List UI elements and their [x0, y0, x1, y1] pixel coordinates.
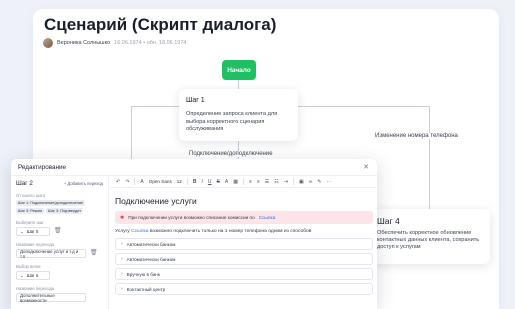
align-center-icon[interactable]: ≡ [257, 179, 260, 185]
accordion-label: Автоматически банком [126, 241, 176, 247]
step-4-node[interactable]: Шаг 4 Обеспечить корректное обновление к… [369, 209, 490, 264]
chevron-right-icon: › [121, 271, 123, 277]
paragraph-text: возможно подключить только на 1 номер те… [149, 229, 312, 234]
step-title: Шаг 1 [186, 97, 205, 104]
field-label: Название перехода [16, 286, 55, 291]
step-label: Шаг 2 [16, 180, 33, 187]
page-dates: 16.06.1974 • обн. 18.06.1974 [114, 40, 187, 46]
step-description: Обеспечить корректное обновление контакт… [377, 230, 480, 250]
page-title: Сценарий (Скрипт диалога) [44, 15, 277, 34]
step-1-node[interactable]: Шаг 1 Определение запроса клиента для вы… [179, 89, 298, 141]
edit-icon[interactable]: ✎ [317, 179, 321, 185]
start-node[interactable]: Начало [222, 60, 256, 80]
step-title: Шаг 4 [377, 216, 400, 226]
redo-icon[interactable]: ↷ [125, 179, 129, 185]
divider [134, 178, 136, 185]
accordion-item[interactable]: › Контактный центр [115, 283, 373, 295]
accordion-label: Контактный центр [126, 286, 166, 292]
accordion-item[interactable]: › Автоматически банком [115, 238, 373, 250]
document-paragraph: Услугу Ссылка возможно подключить только… [115, 229, 377, 234]
connector-line [131, 106, 132, 164]
step-description: Определение запроса клиента для выбора к… [186, 111, 278, 132]
list-number-icon[interactable]: ☷ [274, 179, 278, 185]
author-name[interactable]: Вероника Солнышко [57, 40, 110, 46]
accordion-item[interactable]: › Вручную в банк [115, 268, 373, 280]
warning-link[interactable]: Ссылка [259, 215, 276, 220]
list-bullet-icon[interactable]: ☰ [265, 179, 269, 185]
italic-icon[interactable]: I [202, 179, 203, 185]
divider [292, 178, 294, 185]
select-value: Шаг 5 [26, 229, 39, 234]
chevron-right-icon: › [121, 256, 123, 262]
accordion-label: Автоматически банком [126, 256, 176, 262]
undo-icon[interactable]: ↶ [116, 179, 120, 185]
trash-icon[interactable]: 🗑 [54, 227, 62, 234]
add-transition-button[interactable]: + Добавить переход [64, 181, 103, 186]
warning-icon: ✱ [120, 214, 125, 221]
accordion-label: Вручную в банк [126, 271, 160, 277]
document-editor: ↶ ↷ A Open Sans 12 B I U S A ▦ ≡ ≡ ☰ ☷ ⇥… [110, 176, 377, 309]
link-icon[interactable]: ∞ [309, 179, 313, 185]
chip[interactable]: Шаг 1: Подключение/доподключение [16, 200, 86, 206]
trash-icon[interactable]: 🗑 [90, 249, 98, 256]
chevron-down-icon: ⌄ [20, 272, 24, 278]
editor-title: Редактирование [18, 163, 66, 171]
strikethrough-icon[interactable]: S [217, 179, 220, 185]
edge-label[interactable]: Подключение/доподключение [188, 151, 274, 157]
highlight-icon[interactable]: ▦ [233, 179, 238, 185]
align-left-icon[interactable]: ≡ [249, 179, 252, 185]
from-steps-chips: Шаг 1: Подключение/доподключение Шаг 3: … [16, 200, 103, 214]
step-settings-panel: Шаг 2 + Добавить переход От какого шага … [11, 176, 109, 309]
editor-header: Редактирование ✕ [11, 159, 377, 176]
warning-text: При подключении услуги возможно списание… [128, 215, 255, 220]
warning-banner: ✱ При подключении услуги возможно списан… [115, 211, 373, 224]
extra-transition-input[interactable]: Дополнительные возможности [16, 293, 86, 303]
avatar [43, 38, 53, 48]
font-size-icon[interactable]: A [140, 179, 143, 185]
select-value: Шаг 6 [26, 273, 39, 278]
connector-line [429, 106, 430, 214]
chevron-right-icon: › [121, 286, 123, 292]
divider [186, 178, 188, 185]
font-select[interactable]: Open Sans [149, 179, 172, 184]
next-step-select[interactable]: ⌄ Шаг 5 [16, 227, 50, 236]
divider [242, 178, 244, 185]
edge-label[interactable]: Изменение номера телефона [374, 133, 459, 139]
more-icon[interactable]: ⋯ [326, 179, 331, 185]
editor-window: Редактирование ✕ Шаг 2 + Добавить перехо… [11, 159, 377, 309]
paragraph-text: Услугу [115, 229, 130, 234]
close-icon[interactable]: ✕ [363, 163, 369, 171]
chevron-right-icon: › [121, 241, 123, 247]
branch-select[interactable]: ⌄ Шаг 6 [16, 271, 50, 280]
paragraph-link[interactable]: Ссылка [131, 229, 148, 234]
field-label: От какого шага [16, 193, 46, 198]
chip[interactable]: Шаг 3: Подтвердит [45, 208, 84, 214]
accordion-item[interactable]: › Автоматически банком [115, 253, 373, 265]
indent-icon[interactable]: ⇥ [284, 179, 288, 185]
document-title: Подключение услуги [115, 196, 197, 206]
bold-icon[interactable]: B [193, 179, 197, 185]
formatting-toolbar: ↶ ↷ A Open Sans 12 B I U S A ▦ ≡ ≡ ☰ ☷ ⇥… [110, 176, 377, 188]
page-meta: Вероника Солнышко 16.06.1974 • обн. 18.0… [43, 38, 186, 48]
transition-name-input[interactable]: Доподключение услуг и т.д и т.п [16, 249, 86, 259]
text-color-icon[interactable]: A [225, 179, 228, 185]
image-icon[interactable]: ▣ [299, 179, 304, 185]
chevron-down-icon: ⌄ [20, 228, 24, 234]
font-size-select[interactable]: 12 [177, 179, 182, 184]
underline-icon[interactable]: U [208, 179, 212, 185]
chip[interactable]: Шаг 3: Режим [16, 208, 44, 214]
